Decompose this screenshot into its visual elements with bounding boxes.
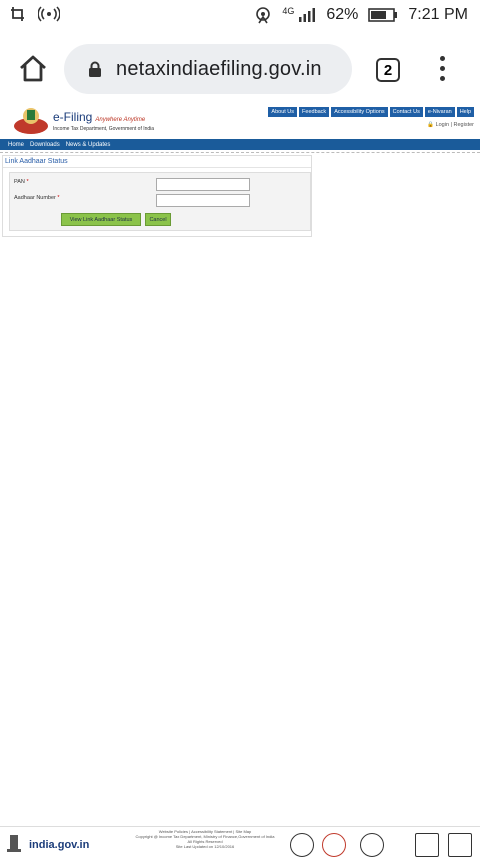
nav-feedback[interactable]: Feedback (299, 107, 330, 117)
brand-tagline: Anywhere Anytime (95, 117, 146, 123)
view-link-aadhaar-status-button[interactable]: View Link Aadhaar Status (61, 213, 141, 226)
brand-name[interactable]: e-Filing Anywhere Anytime (53, 110, 145, 124)
pan-label-text: PAN (14, 179, 25, 185)
screenshot-icon (11, 7, 24, 21)
address-bar[interactable]: netaxindiaefiling.gov.in (64, 44, 352, 94)
aadhaar-label-text: Aadhaar Number (14, 195, 56, 201)
panel-title: Link Aadhaar Status (3, 156, 311, 168)
network-type: 4G (282, 6, 295, 16)
nav-contact-us[interactable]: Contact Us (389, 107, 423, 117)
aadhaar-label: Aadhaar Number * (14, 195, 60, 201)
home-icon[interactable] (16, 52, 50, 86)
signal-icon (299, 8, 316, 22)
footer-updated: Site Last Updated on 12/10/2016 (175, 844, 235, 849)
nav-about-us[interactable]: About Us (268, 107, 298, 117)
site-header: e-Filing Anywhere Anytime Income Tax Depa… (0, 104, 480, 138)
brand-title: e-Filing (53, 110, 93, 124)
nav-downloads[interactable]: Downloads (30, 142, 60, 148)
browser-toolbar: netaxindiaefiling.gov.in 2 (0, 38, 480, 100)
status-form: PAN * Aadhaar Number * View Link Aadhaar… (9, 172, 311, 231)
nav-help[interactable]: Help (456, 107, 474, 117)
india-gov-link[interactable]: india.gov.in (29, 839, 89, 851)
certification-badge-icon (448, 833, 472, 857)
main-navigation: Home Downloads News & Updates (0, 139, 480, 150)
overflow-menu-icon[interactable] (440, 56, 446, 84)
footer-text: Website Policies | Accessibility Stateme… (120, 829, 290, 849)
certification-badge-icon (415, 833, 439, 857)
login-register-text: Login | Register (435, 122, 474, 128)
tab-switcher-button[interactable]: 2 (376, 58, 400, 82)
status-bar: 4G 62% 7:21 PM (0, 0, 480, 34)
emblem-icon (7, 835, 21, 852)
battery-icon (368, 8, 398, 22)
login-register-link[interactable]: 🔒 Login | Register (427, 122, 474, 128)
divider (0, 150, 480, 153)
hotspot-active-icon (256, 7, 271, 24)
required-mark: * (57, 195, 60, 201)
battery-percent: 62% (326, 6, 359, 23)
url-text: netaxindiaefiling.gov.in (116, 57, 322, 80)
lock-icon (89, 61, 101, 77)
cancel-button[interactable]: Cancel (145, 213, 171, 226)
nav-news-updates[interactable]: News & Updates (66, 142, 111, 148)
pan-label: PAN * (14, 179, 29, 185)
nav-e-nivaran[interactable]: e-Nivaran (424, 107, 455, 117)
site-footer: india.gov.in Website Policies | Accessib… (0, 826, 480, 857)
lock-icon: 🔒 (427, 122, 435, 128)
required-mark: * (26, 179, 29, 185)
aadhaar-number-input[interactable] (156, 194, 250, 207)
link-aadhaar-panel: Link Aadhaar Status PAN * Aadhaar Number… (2, 155, 312, 237)
department-name: Income Tax Department, Government of Ind… (53, 126, 155, 132)
emblem-logo-icon (14, 108, 48, 134)
certification-badge-icon (290, 833, 314, 857)
hotspot-icon (38, 6, 60, 22)
pan-input[interactable] (156, 178, 250, 191)
clock: 7:21 PM (408, 6, 468, 23)
nav-accessibility-options[interactable]: Accessibility Options (331, 107, 388, 117)
web-page: e-Filing Anywhere Anytime Income Tax Depa… (0, 104, 480, 237)
certification-badge-icon (360, 833, 384, 857)
top-navigation: About Us Feedback Accessibility Options … (268, 107, 474, 117)
nav-home[interactable]: Home (8, 142, 24, 148)
certification-badge-icon (322, 833, 346, 857)
